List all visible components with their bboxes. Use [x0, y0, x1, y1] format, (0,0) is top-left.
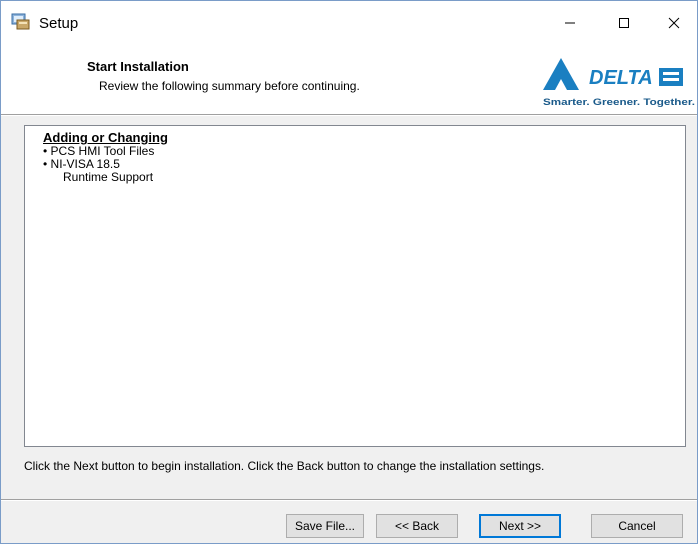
- cancel-button[interactable]: Cancel: [591, 514, 683, 538]
- footer-divider-highlight: [1, 500, 697, 501]
- page-subtitle: Review the following summary before cont…: [99, 79, 360, 93]
- summary-panel[interactable]: Adding or Changing • PCS HMI Tool Files …: [24, 125, 686, 447]
- header-divider-highlight: [1, 115, 697, 116]
- save-file-button[interactable]: Save File...: [286, 514, 364, 538]
- close-button[interactable]: [651, 1, 697, 48]
- summary-heading: Adding or Changing: [43, 130, 168, 145]
- summary-subitem: Runtime Support: [43, 170, 154, 184]
- back-button[interactable]: << Back: [376, 514, 458, 538]
- maximize-icon: [618, 16, 630, 34]
- minimize-button[interactable]: [547, 1, 593, 48]
- window-title: Setup: [39, 15, 79, 32]
- maximize-button[interactable]: [601, 1, 647, 48]
- page-title: Start Installation: [87, 59, 189, 74]
- delta-logo: DELTA Smarter. Greener. Together.: [539, 54, 697, 110]
- title-bar: Setup: [1, 1, 697, 48]
- minimize-icon: [564, 16, 576, 34]
- installer-icon: [11, 11, 31, 31]
- instruction-text: Click the Next button to begin installat…: [24, 459, 545, 473]
- setup-window: Setup Start Installation Review the foll…: [0, 0, 698, 544]
- close-icon: [668, 16, 680, 34]
- wizard-header: Start Installation Review the following …: [1, 48, 697, 114]
- svg-text:DELTA: DELTA: [589, 67, 653, 89]
- summary-content: Adding or Changing • PCS HMI Tool Files …: [43, 131, 168, 184]
- svg-text:Smarter. Greener. Together.: Smarter. Greener. Together.: [543, 97, 695, 108]
- next-button[interactable]: Next >>: [479, 514, 561, 538]
